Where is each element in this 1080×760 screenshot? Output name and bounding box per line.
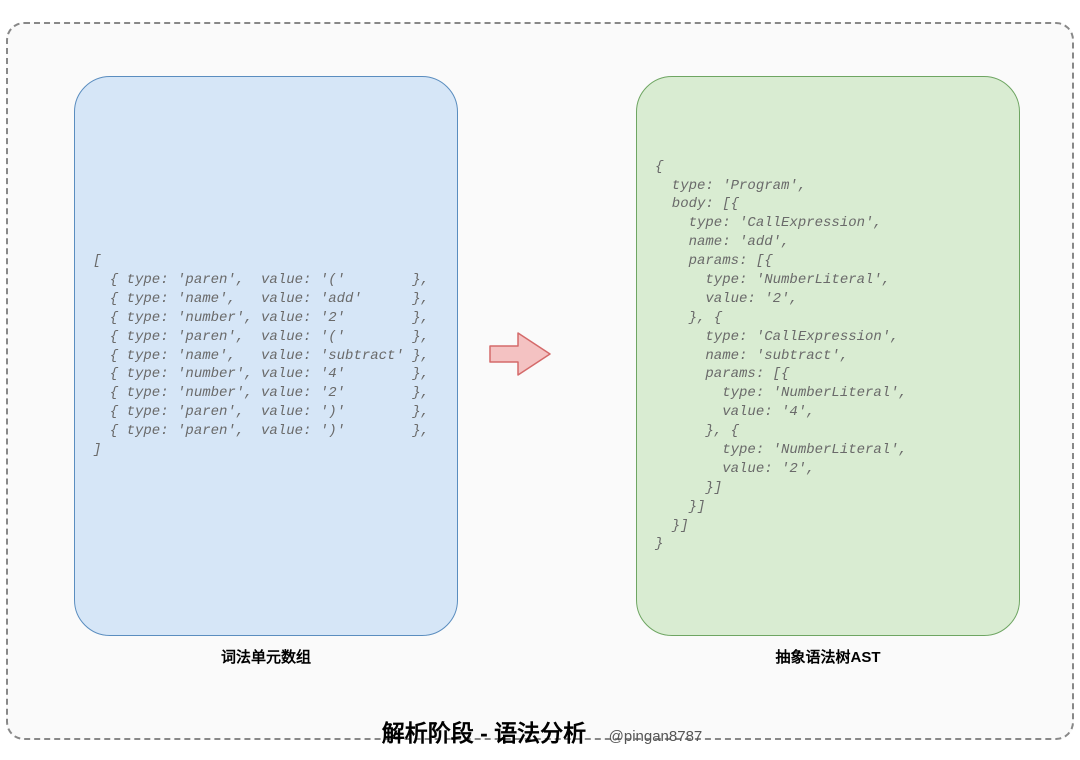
ast-code: { type: 'Program', body: [{ type: 'CallE… [655, 158, 1001, 555]
diagram-title: 解析阶段 - 语法分析 [382, 720, 586, 746]
tokens-label: 词法单元数组 [74, 646, 458, 667]
ast-panel: { type: 'Program', body: [{ type: 'CallE… [636, 76, 1020, 636]
ast-label: 抽象语法树AST [636, 646, 1020, 667]
diagram-container: [ { type: 'paren', value: '(' }, { type:… [6, 22, 1074, 740]
tokens-code: [ { type: 'paren', value: '(' }, { type:… [93, 252, 439, 460]
arrow-icon [488, 329, 553, 379]
title-row: 解析阶段 - 语法分析 @pingan8787 [8, 714, 1076, 748]
diagram-author: @pingan8787 [609, 728, 703, 745]
tokens-panel: [ { type: 'paren', value: '(' }, { type:… [74, 76, 458, 636]
